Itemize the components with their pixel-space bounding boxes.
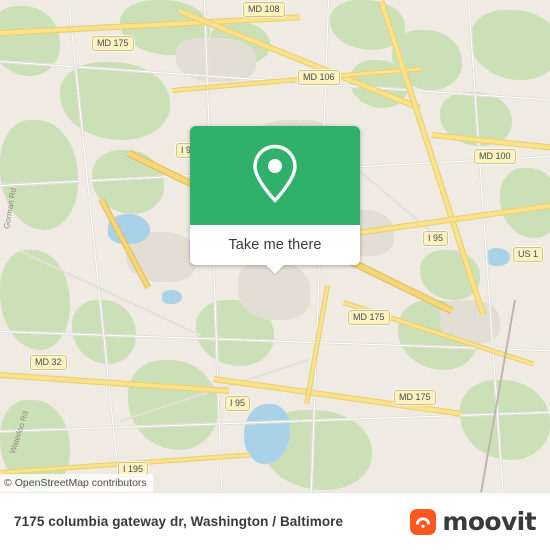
map-attribution[interactable]: © OpenStreetMap contributors [0, 474, 153, 492]
road-shield: MD 100 [474, 149, 516, 164]
road-shield: I 95 [423, 231, 449, 246]
copyright-icon: © [4, 477, 12, 489]
road-shield: MD 32 [30, 355, 67, 370]
map-screen: Gorman Rd Waterloo Rd MD 108 MD 175 MD 1… [0, 0, 550, 550]
map-pin-icon [252, 144, 298, 207]
brand-name: moovit [442, 507, 536, 536]
road-shield: MD 175 [92, 36, 134, 51]
road-shield: MD 108 [243, 2, 285, 17]
water-body [162, 290, 182, 304]
attribution-link[interactable]: OpenStreetMap contributors [15, 477, 147, 489]
brand-logo[interactable]: moovit [410, 507, 537, 536]
map-canvas[interactable]: Gorman Rd Waterloo Rd MD 108 MD 175 MD 1… [0, 0, 550, 492]
road-shield: I 95 [225, 396, 251, 411]
footer-bar: 7175 columbia gateway dr, Washington / B… [0, 492, 550, 550]
address-label: 7175 columbia gateway dr, Washington / B… [14, 514, 344, 529]
popup-action-bar[interactable]: Take me there [190, 225, 360, 274]
road-shield: MD 106 [298, 70, 340, 85]
popup-header [190, 126, 360, 225]
moovit-logo-icon [410, 508, 437, 535]
location-popup[interactable]: Take me there [190, 126, 360, 274]
take-me-there-button[interactable]: Take me there [228, 237, 321, 253]
water-body [486, 248, 510, 266]
road-shield: MD 175 [348, 310, 390, 325]
road-shield: US 1 [513, 247, 544, 262]
popup-pointer [266, 265, 284, 274]
road-shield: MD 175 [394, 390, 436, 405]
